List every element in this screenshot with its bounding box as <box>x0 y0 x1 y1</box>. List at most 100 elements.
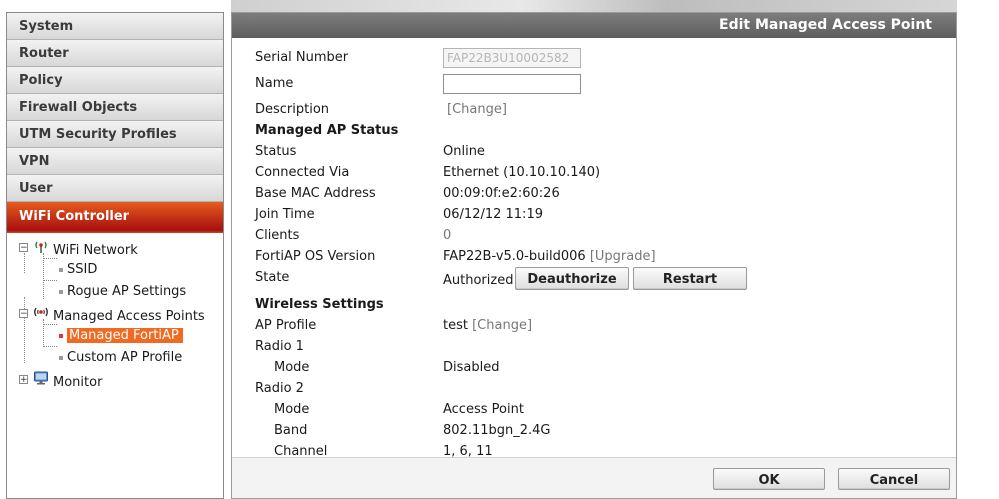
description-row: Description [Change] <box>232 99 932 120</box>
panel-title: Edit Managed Access Point <box>232 13 956 38</box>
base-mac-row: Base MAC Address 00:09:0f:e2:60:26 <box>232 183 932 204</box>
managed-ap-status-heading: Managed AP Status <box>255 123 399 138</box>
ap-profile-label: AP Profile <box>255 318 317 333</box>
clients-row: Clients 0 <box>232 225 932 246</box>
join-time-label: Join Time <box>255 207 315 222</box>
ap-profile-row: AP Profile test [Change] <box>232 315 932 336</box>
tree-connector <box>24 253 25 273</box>
tree-item-label: Rogue AP Settings <box>67 284 187 299</box>
bullet-icon <box>59 355 63 360</box>
base-mac-value: 00:09:0f:e2:60:26 <box>443 186 560 201</box>
radio2-row: Radio 2 <box>232 378 932 399</box>
menu-user[interactable]: User <box>7 175 223 202</box>
tree-item-label: Monitor <box>53 375 103 390</box>
status-row: Status Online <box>232 141 932 162</box>
description-change-link[interactable]: [Change] <box>447 99 507 120</box>
radio2-label: Radio 2 <box>255 381 304 396</box>
tree-item-label: Managed Access Points <box>53 309 205 324</box>
join-time-value: 06/12/12 11:19 <box>443 207 543 222</box>
menu-system[interactable]: System <box>7 13 223 40</box>
tree-item-wifi-network[interactable]: WiFi Network <box>32 238 138 258</box>
top-banner <box>231 0 957 12</box>
name-row: Name <box>232 73 932 94</box>
state-row: State Authorized Deauthorize Restart <box>232 267 932 293</box>
bullet-icon <box>59 289 63 294</box>
menu-firewall-objects[interactable]: Firewall Objects <box>7 94 223 121</box>
sidebar: System Router Policy Firewall Objects UT… <box>6 12 224 499</box>
bullet-icon <box>59 267 63 272</box>
os-upgrade-link[interactable]: Upgrade <box>595 249 651 264</box>
tree-connector <box>43 346 57 347</box>
status-value: Online <box>443 144 485 159</box>
ap-profile-change-link[interactable]: [Change] <box>472 318 532 333</box>
tree-item-managed-access-points[interactable]: Managed Access Points <box>32 304 205 324</box>
state-label: State <box>255 270 290 285</box>
tree-item-monitor[interactable]: Monitor <box>32 370 102 390</box>
monitor-icon <box>32 370 50 392</box>
base-mac-label: Base MAC Address <box>255 186 376 201</box>
tree-item-ssid[interactable]: SSID <box>59 260 97 280</box>
tree-item-label: Custom AP Profile <box>67 350 183 365</box>
status-label: Status <box>255 144 297 159</box>
radio2-mode-label: Mode <box>274 402 310 417</box>
tree-connector <box>24 297 25 363</box>
edit-managed-ap-panel: Edit Managed Access Point Serial Number … <box>231 12 957 499</box>
os-version-text: FAP22B-v5.0-build006 <box>443 249 586 264</box>
serial-number-row: Serial Number <box>232 47 932 68</box>
tree-item-managed-fortiap[interactable]: Managed FortiAP <box>59 326 183 346</box>
access-point-icon <box>32 304 50 326</box>
status-section-row: Managed AP Status <box>232 120 932 141</box>
ap-profile-value: test [Change] <box>443 315 532 336</box>
radio2-mode-row: Mode Access Point <box>232 399 932 420</box>
collapse-managed-aps-toggle[interactable]: − <box>19 309 28 319</box>
menu-policy[interactable]: Policy <box>7 67 223 94</box>
menu-router[interactable]: Router <box>7 40 223 67</box>
clients-value: 0 <box>443 228 452 243</box>
menu-utm-security-profiles[interactable]: UTM Security Profiles <box>7 121 223 148</box>
description-label: Description <box>255 102 330 117</box>
connected-via-label: Connected Via <box>255 165 350 180</box>
radio1-mode-row: Mode Disabled <box>232 357 932 378</box>
expand-monitor-toggle[interactable]: + <box>19 375 28 385</box>
collapse-wifi-network-toggle[interactable]: − <box>19 243 28 253</box>
radio2-mode-value: Access Point <box>443 402 524 417</box>
menu-wifi-controller[interactable]: WiFi Controller <box>7 202 223 233</box>
wifi-antenna-icon <box>32 238 50 260</box>
name-field[interactable] <box>443 74 581 94</box>
radio2-band-label: Band <box>274 423 308 438</box>
ok-button[interactable]: OK <box>713 468 825 490</box>
tree-item-custom-ap-profile[interactable]: Custom AP Profile <box>59 348 182 368</box>
ap-profile-name: test <box>443 318 468 333</box>
serial-number-field <box>443 48 581 68</box>
tree-item-label: Managed FortiAP <box>67 328 183 343</box>
radio2-band-value: 802.11bgn_2.4G <box>443 423 551 438</box>
tree-item-label: SSID <box>67 262 98 277</box>
os-upgrade-bracket-close: ] <box>650 249 656 264</box>
tree-item-rogue-ap-settings[interactable]: Rogue AP Settings <box>59 282 186 302</box>
connected-via-value: Ethernet (10.10.10.140) <box>443 165 601 180</box>
radio1-label: Radio 1 <box>255 339 304 354</box>
bullet-icon <box>59 333 63 338</box>
clients-label: Clients <box>255 228 300 243</box>
os-version-row: FortiAP OS Version FAP22B-v5.0-build006 … <box>232 246 932 267</box>
radio2-band-row: Band 802.11bgn_2.4G <box>232 420 932 441</box>
menu-vpn[interactable]: VPN <box>7 148 223 175</box>
tree-connector <box>43 280 57 281</box>
edit-form: Serial Number Name Description [Change] … <box>232 38 956 460</box>
wireless-section-row: Wireless Settings <box>232 294 932 315</box>
connected-via-row: Connected Via Ethernet (10.10.10.140) <box>232 162 932 183</box>
os-version-label: FortiAP OS Version <box>255 249 376 264</box>
radio1-mode-value: Disabled <box>443 360 500 375</box>
cancel-button[interactable]: Cancel <box>838 468 950 490</box>
dialog-footer: OK Cancel <box>232 457 956 498</box>
join-time-row: Join Time 06/12/12 11:19 <box>232 204 932 225</box>
radio1-mode-label: Mode <box>274 360 310 375</box>
deauthorize-button[interactable]: Deauthorize <box>515 267 629 290</box>
os-version-value: FAP22B-v5.0-build006 [Upgrade] <box>443 246 656 267</box>
radio1-row: Radio 1 <box>232 336 932 357</box>
state-value: Authorized <box>443 273 514 288</box>
restart-button[interactable]: Restart <box>633 267 747 290</box>
wireless-settings-heading: Wireless Settings <box>255 297 384 312</box>
wifi-controller-tree: − WiFi Network SSID Rogue AP Settings − … <box>7 231 223 441</box>
serial-number-label: Serial Number <box>255 50 349 65</box>
